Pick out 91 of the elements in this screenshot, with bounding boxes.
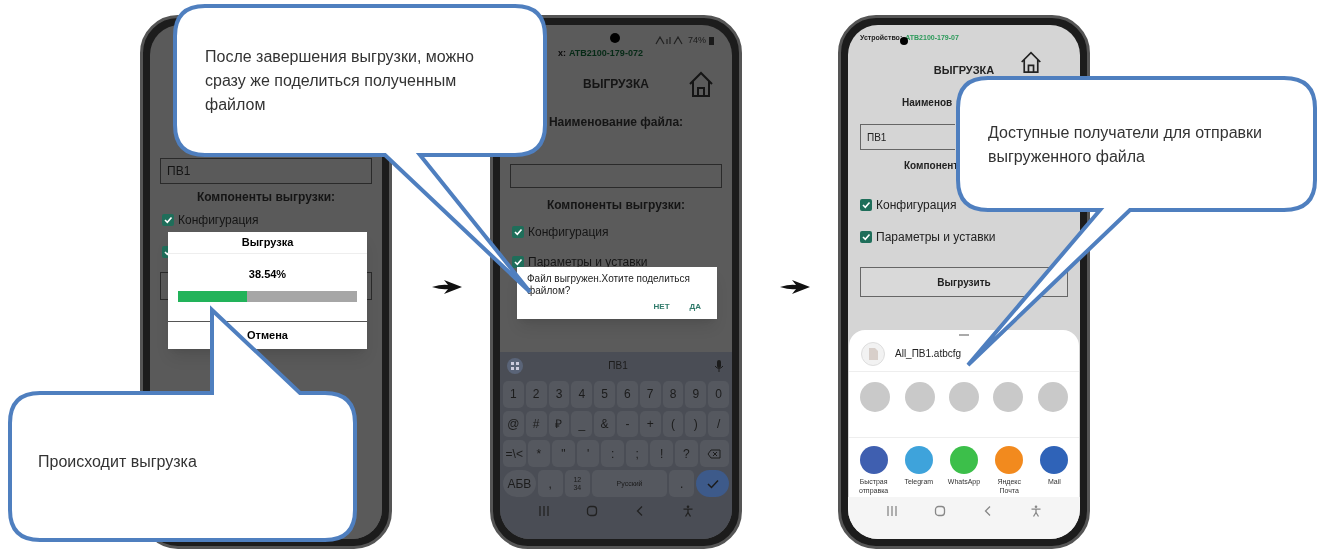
keyboard-key[interactable]: @	[503, 410, 524, 438]
dialog-button[interactable]: ДА	[689, 301, 701, 313]
arrow-icon	[432, 280, 462, 294]
screen-title: ВЫГРУЗКА	[933, 62, 995, 78]
device-id: ATB2100-179-072	[569, 47, 643, 59]
recent-apps-icon[interactable]	[538, 505, 550, 517]
option-label: Конфигурация	[528, 224, 609, 241]
option-label: Параметры и уставки	[876, 229, 996, 246]
dialog-button[interactable]: НЕТ	[653, 301, 670, 313]
keyboard-key[interactable]: &	[594, 410, 615, 438]
keyboard-key[interactable]: (	[662, 410, 684, 438]
keyboard-key[interactable]: ;	[625, 440, 649, 468]
section-title: Компоненты выгрузки:	[195, 189, 337, 206]
keyboard-key[interactable]: 3	[548, 380, 570, 408]
arrow-icon	[780, 280, 810, 294]
backspace-key[interactable]	[699, 440, 729, 468]
keyboard-key[interactable]: +	[639, 410, 661, 438]
keyboard-key[interactable]: ,	[537, 470, 563, 497]
keyboard-key[interactable]: АБВ	[503, 470, 536, 497]
grid-icon[interactable]	[507, 357, 523, 374]
callout-text: Происходит выгрузка	[38, 452, 198, 472]
keyboard-key[interactable]: _	[571, 410, 593, 438]
keyboard-key[interactable]: 6	[617, 380, 638, 408]
text-field[interactable]: ПВ1	[860, 124, 955, 150]
backspace-icon[interactable]	[707, 448, 722, 459]
keyboard-key[interactable]: 5	[594, 380, 615, 408]
keyboard-key[interactable]: "	[552, 440, 575, 468]
checkbox[interactable]	[512, 226, 524, 238]
keyboard-key[interactable]: 7	[639, 380, 661, 408]
contact-avatar[interactable]	[993, 382, 1024, 412]
suggestion[interactable]: ПВ1	[608, 358, 628, 374]
file-name: All_ПВ1.atbcfg	[895, 347, 962, 361]
dialog-title: Выгрузка	[168, 232, 367, 254]
checkbox[interactable]	[860, 231, 872, 243]
text-field[interactable]: ПВ1	[160, 158, 372, 184]
keyboard-key[interactable]: 1	[503, 380, 524, 408]
check-icon[interactable]	[706, 478, 719, 489]
recent-apps-icon[interactable]	[886, 505, 898, 517]
checkbox[interactable]	[860, 199, 872, 211]
keyboard-key[interactable]: .	[669, 470, 695, 497]
progress-percent: 38.54%	[247, 267, 288, 282]
contact-avatar[interactable]	[860, 382, 891, 412]
contact-avatar[interactable]	[1037, 382, 1068, 412]
option-label: Параметры и уставки	[528, 254, 648, 271]
keyboard-key[interactable]: 0	[708, 380, 729, 408]
device-label: х:	[558, 47, 566, 59]
keyboard-key[interactable]: =\<	[503, 440, 526, 468]
keyboard-key[interactable]: 8	[662, 380, 684, 408]
checkbox[interactable]	[512, 256, 524, 268]
contact-avatar[interactable]	[904, 382, 935, 412]
home-icon[interactable]	[1020, 51, 1042, 73]
battery-percent: 74%	[688, 33, 706, 47]
section-title: Компоненты выгрузки:	[545, 197, 687, 214]
keyboard-key[interactable]: 9	[685, 380, 707, 408]
microphone-icon[interactable]	[713, 358, 725, 373]
camera-hole	[610, 33, 620, 43]
keyboard-key[interactable]: /	[708, 410, 729, 438]
keyboard-key[interactable]: :	[601, 440, 624, 468]
camera-hole	[900, 37, 908, 45]
file-icon	[861, 341, 885, 366]
keyboard-key[interactable]: 2	[525, 380, 547, 408]
signal-icon	[655, 36, 685, 45]
option-label: Конфигурация	[178, 212, 259, 229]
home-nav-icon[interactable]	[586, 505, 598, 517]
text-field[interactable]	[510, 164, 722, 188]
screen-title: ВЫГРУЗКА	[582, 76, 649, 93]
battery-icon	[709, 36, 714, 45]
checkbox[interactable]	[162, 214, 174, 226]
callout-text: Доступные получатели для отправки выгруженного файла	[988, 123, 1263, 167]
section-title: Компонент	[904, 159, 959, 173]
keyboard-key[interactable]: ₽	[548, 410, 570, 438]
keyboard-key[interactable]: )	[685, 410, 707, 438]
enter-key[interactable]	[696, 470, 729, 497]
option-label: Конфигурация	[876, 197, 957, 214]
home-nav-icon[interactable]	[934, 505, 946, 517]
callout-text: После завершения выгрузки, можно сразу же поделиться полученным файлом	[205, 47, 475, 115]
keyboard-key[interactable]: '	[576, 440, 600, 468]
keyboard-key[interactable]: -	[617, 410, 638, 438]
drag-handle[interactable]	[959, 334, 969, 336]
keyboard-key[interactable]: ?	[675, 440, 698, 468]
dialog-message: Файл выгружен.Хотите поделиться файлом?	[527, 273, 691, 297]
keyboard-key[interactable]: !	[650, 440, 674, 468]
field-label: Наименов	[902, 96, 953, 110]
contact-avatar[interactable]	[948, 382, 979, 412]
accessibility-icon[interactable]	[1030, 505, 1042, 517]
keyboard-key[interactable]: *	[527, 440, 551, 468]
accessibility-icon[interactable]	[682, 505, 694, 517]
keyboard-key[interactable]: 4	[571, 380, 593, 408]
keyboard-key[interactable]: #	[525, 410, 547, 438]
upload-button[interactable]: Выгрузить	[860, 267, 1068, 297]
field-label: Наименование файла:	[547, 114, 685, 131]
